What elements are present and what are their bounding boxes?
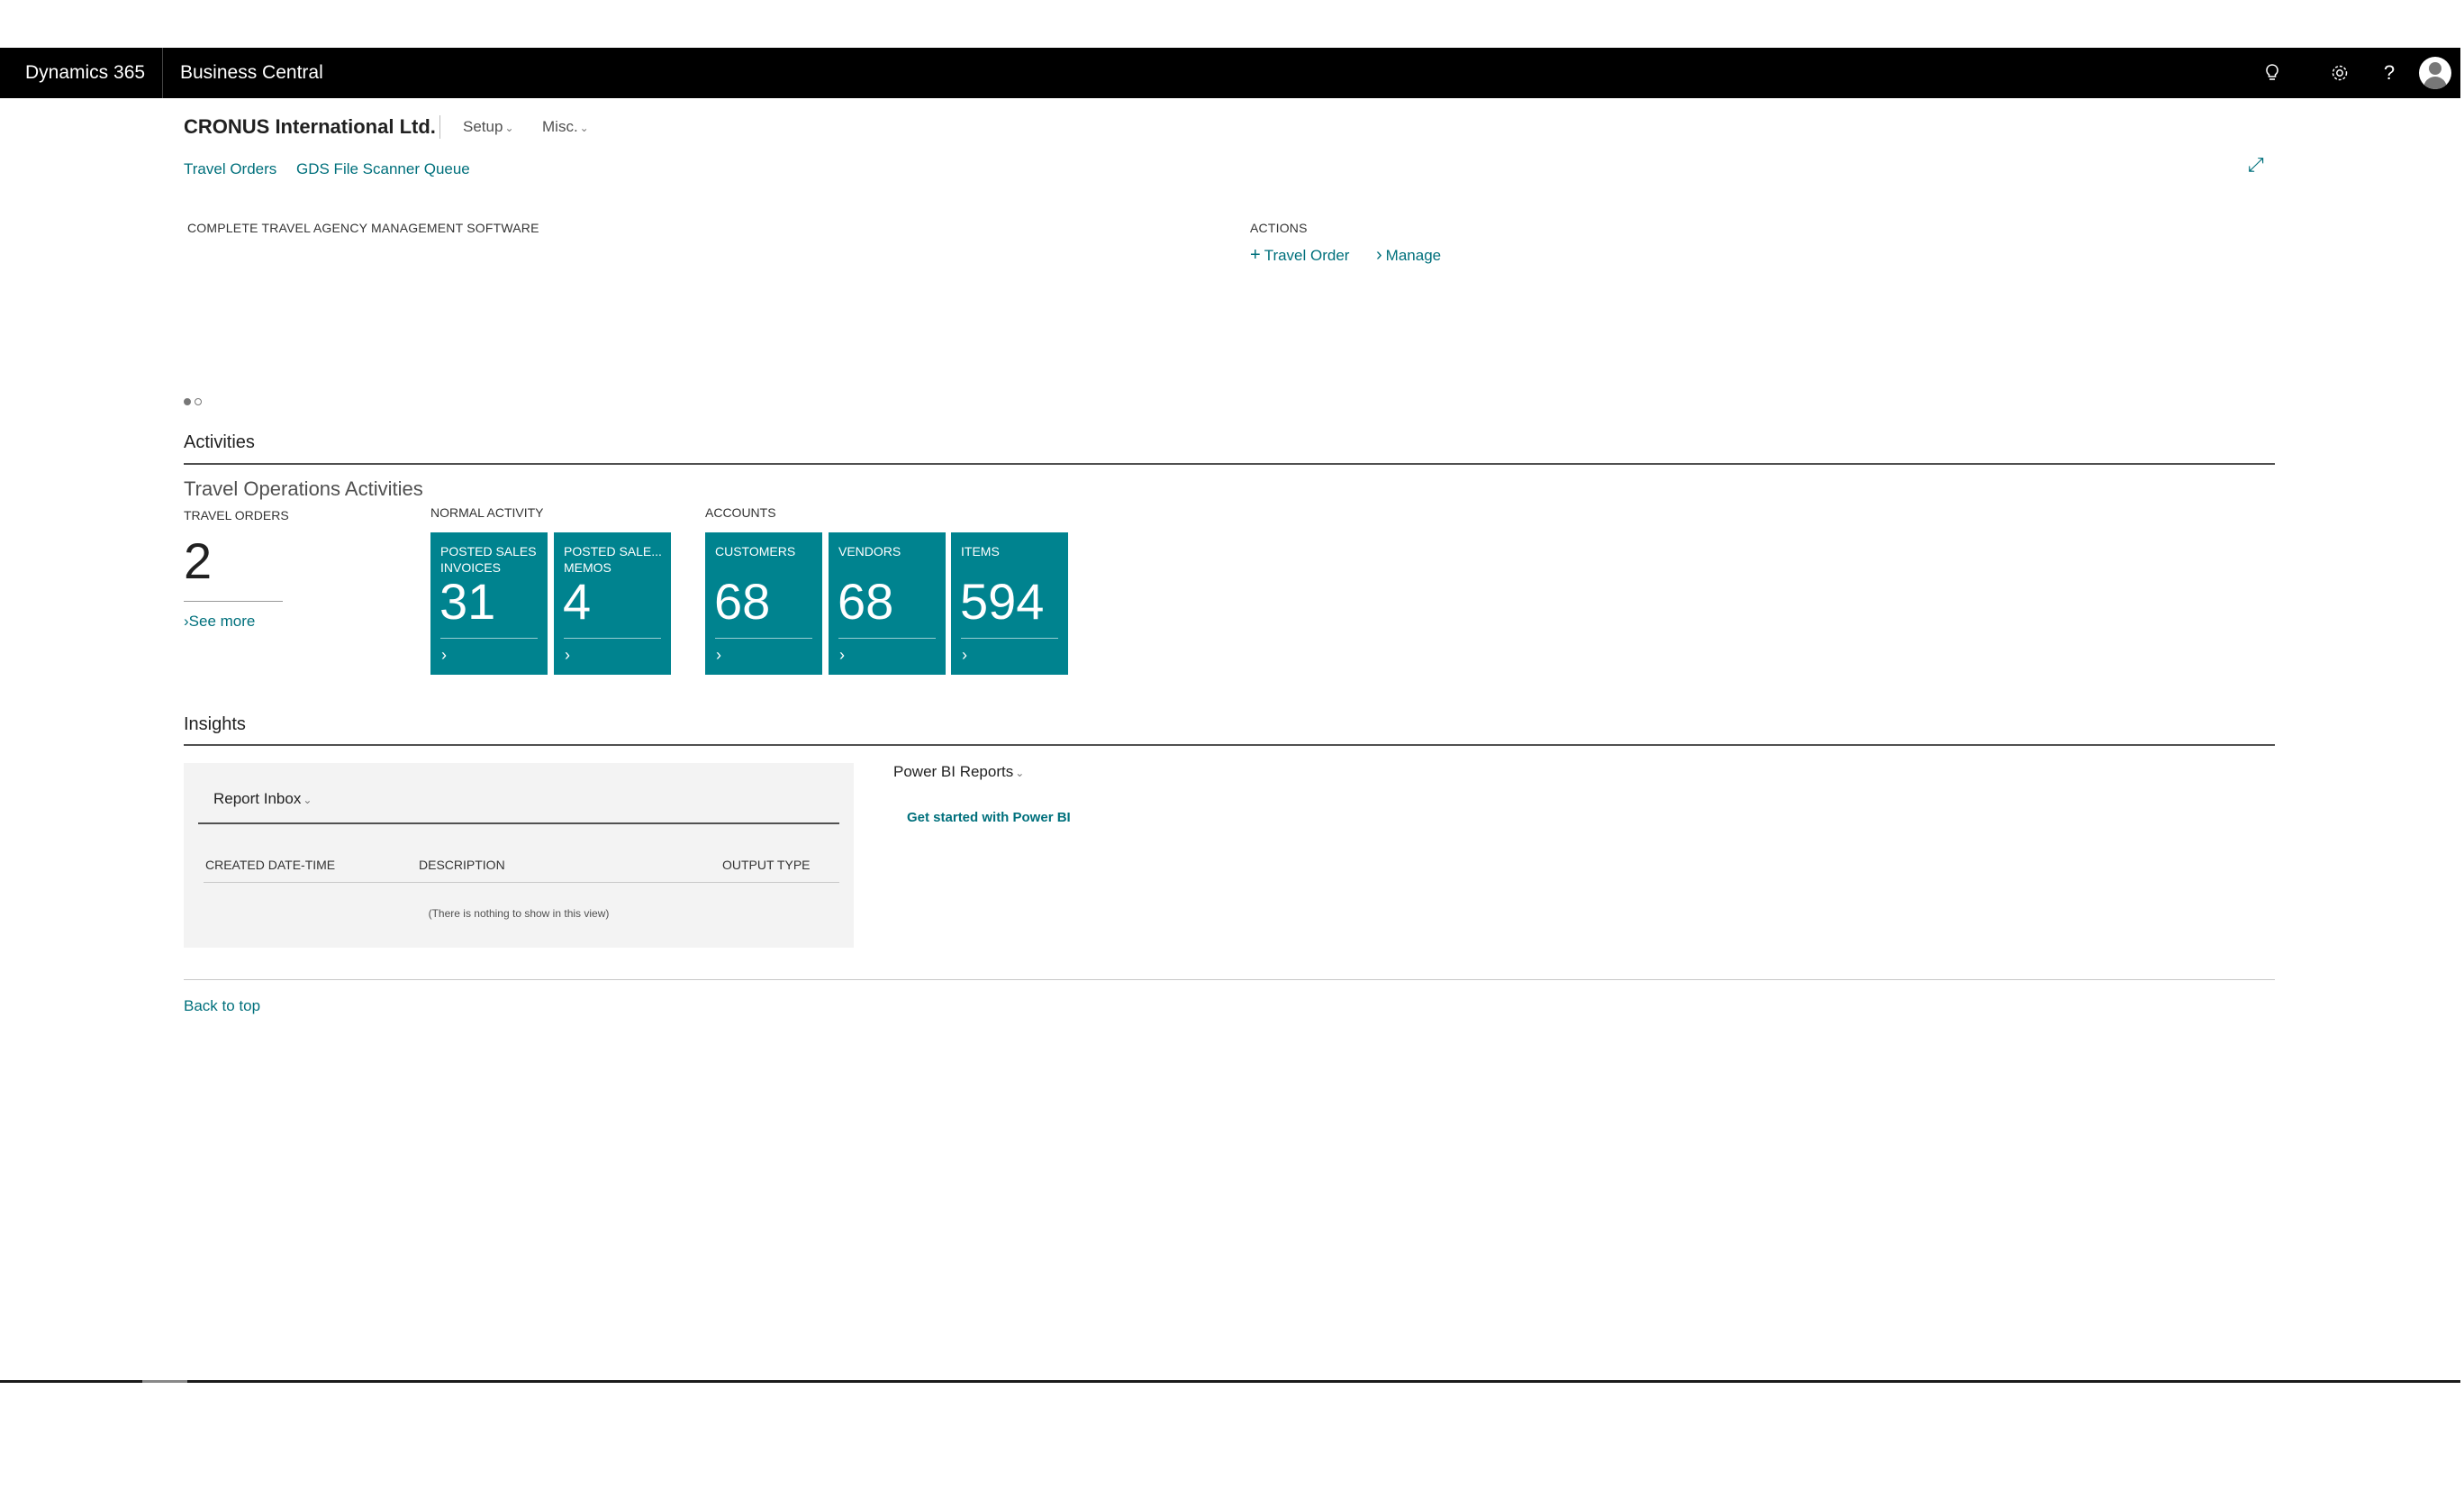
activities-title: Activities — [184, 432, 255, 452]
carousel-dot-1[interactable] — [184, 398, 191, 405]
setup-menu[interactable]: Setup ⌄ — [463, 118, 514, 136]
column-description[interactable]: DESCRIPTION — [419, 858, 505, 872]
column-output-type[interactable]: OUTPUT TYPE — [722, 858, 811, 872]
gear-glyph — [2332, 65, 2348, 81]
actions-caption: ACTIONS — [1250, 221, 1308, 235]
headline-caption: COMPLETE TRAVEL AGENCY MANAGEMENT SOFTWA… — [187, 221, 539, 235]
chevron-right-icon: › — [441, 646, 447, 664]
tile-divider — [961, 638, 1058, 639]
carousel-dot-2[interactable] — [195, 398, 202, 405]
top-navigation-bar: Dynamics 365 Business Central ? — [0, 48, 2460, 98]
tile-label: CUSTOMERS — [715, 544, 796, 559]
avatar-head — [2429, 62, 2441, 75]
bottom-border — [0, 1380, 2460, 1383]
user-avatar[interactable] — [2419, 57, 2451, 89]
chevron-right-icon: › — [716, 646, 721, 664]
tile-divider — [564, 638, 661, 639]
manage-action-label: Manage — [1385, 247, 1442, 264]
chevron-right-icon: › — [565, 646, 570, 664]
get-started-power-bi-link[interactable]: Get started with Power BI — [907, 810, 1071, 825]
accounts-label: ACCOUNTS — [705, 505, 776, 520]
travel-orders-underline — [184, 601, 283, 602]
tile-divider — [838, 638, 936, 639]
lightbulb-glyph — [2266, 64, 2278, 80]
see-more-label: See more — [188, 613, 256, 630]
nav-link-travel-orders[interactable]: Travel Orders — [184, 160, 276, 178]
setup-menu-label: Setup — [463, 118, 503, 135]
back-to-top-link[interactable]: Back to top — [184, 997, 260, 1015]
carousel-pager — [184, 394, 205, 410]
header-separator — [439, 115, 440, 139]
report-inbox-menu[interactable]: Report Inbox ⌄ — [213, 790, 312, 808]
tile-vendors[interactable]: VENDORS 68 › — [829, 532, 946, 675]
plus-icon: + — [1250, 245, 1261, 265]
company-name: CRONUS International Ltd. — [184, 115, 436, 138]
column-created-date-time[interactable]: CREATED DATE-TIME — [205, 858, 335, 872]
tile-value: 68 — [838, 573, 894, 630]
chevron-down-icon: ⌄ — [1015, 767, 1025, 779]
manage-action[interactable]: › Manage — [1376, 245, 1441, 266]
tile-posted-sales-invoices[interactable]: POSTED SALES INVOICES 31 › — [430, 532, 548, 675]
travel-order-action-label: Travel Order — [1264, 247, 1350, 264]
dynamics-365-brand[interactable]: Dynamics 365 — [25, 48, 145, 98]
activities-divider — [184, 463, 2275, 465]
tile-divider — [440, 638, 538, 639]
chevron-down-icon: ⌄ — [303, 794, 313, 806]
misc-menu[interactable]: Misc. ⌄ — [542, 118, 589, 136]
report-inbox-divider — [198, 822, 839, 824]
tile-label: VENDORS — [838, 544, 901, 559]
tile-label: ITEMS — [961, 544, 1000, 559]
avatar-body — [2423, 77, 2447, 89]
chevron-right-icon: › — [962, 646, 967, 664]
tile-divider — [715, 638, 812, 639]
chevron-right-icon: › — [1376, 245, 1382, 265]
report-inbox-title: Report Inbox — [213, 790, 302, 807]
brand-separator — [162, 48, 163, 98]
chevron-down-icon: ⌄ — [579, 122, 589, 134]
travel-orders-count[interactable]: 2 — [184, 531, 212, 590]
help-icon[interactable]: ? — [2371, 48, 2407, 98]
insights-title: Insights — [184, 714, 246, 734]
normal-activity-label: NORMAL ACTIVITY — [430, 505, 544, 520]
bottom-border-marker — [142, 1380, 187, 1383]
empty-view-message: (There is nothing to show in this view) — [428, 907, 610, 920]
column-header-divider — [204, 882, 839, 883]
chevron-right-icon: › — [839, 646, 845, 664]
expand-icon[interactable]: ⤢ — [2248, 153, 2264, 177]
gear-icon[interactable] — [2322, 48, 2358, 98]
tile-value: 31 — [439, 573, 496, 630]
tile-value: 594 — [960, 573, 1045, 630]
power-bi-reports-title: Power BI Reports — [893, 763, 1014, 780]
tile-value: 68 — [714, 573, 771, 630]
misc-menu-label: Misc. — [542, 118, 578, 135]
power-bi-reports-menu[interactable]: Power BI Reports ⌄ — [893, 763, 1024, 781]
tile-label: POSTED SALE... MEMOS — [564, 544, 662, 575]
tile-customers[interactable]: CUSTOMERS 68 › — [705, 532, 822, 675]
nav-link-gds-file-scanner-queue[interactable]: GDS File Scanner Queue — [296, 160, 470, 178]
lightbulb-icon[interactable] — [2254, 48, 2290, 98]
tile-items[interactable]: ITEMS 594 › — [951, 532, 1068, 675]
chevron-down-icon: ⌄ — [504, 122, 514, 134]
tile-value: 4 — [563, 573, 592, 630]
travel-orders-label: TRAVEL ORDERS — [184, 508, 289, 522]
tile-posted-sales-credit-memos[interactable]: POSTED SALE... MEMOS 4 › — [554, 532, 671, 675]
new-travel-order-action[interactable]: + Travel Order — [1250, 245, 1349, 266]
travel-operations-activities-title: Travel Operations Activities — [184, 477, 423, 500]
footer-divider — [184, 979, 2275, 980]
report-inbox-part: Report Inbox ⌄ CREATED DATE-TIME DESCRIPT… — [184, 763, 854, 948]
business-central-app-name[interactable]: Business Central — [180, 48, 323, 98]
tile-label: POSTED SALES INVOICES — [440, 544, 537, 575]
insights-divider — [184, 744, 2275, 746]
see-more-link[interactable]: ›See more — [184, 613, 255, 631]
